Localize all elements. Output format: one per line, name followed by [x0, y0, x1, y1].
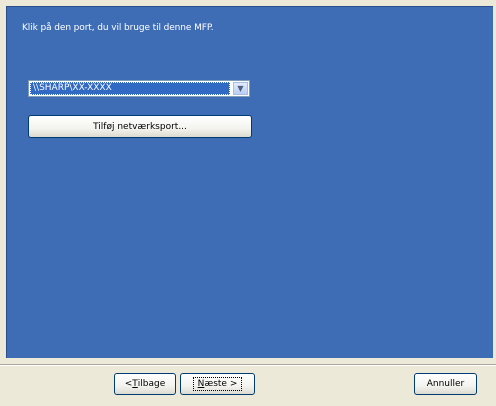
chevron-down-icon[interactable]: ▼ — [233, 82, 248, 95]
next-button-focus: Næste > — [192, 377, 243, 391]
next-button-label: æste > — [204, 379, 238, 389]
port-select[interactable]: \\SHARP\XX-XXXX ▼ — [28, 80, 250, 97]
cancel-button[interactable]: Annuller — [414, 373, 477, 395]
next-button[interactable]: Næste > — [180, 373, 255, 395]
installer-dialog: Klik på den port, du vil bruge til denne… — [0, 0, 496, 406]
back-button-label: ilbage — [137, 379, 166, 389]
port-select-value: \\SHARP\XX-XXXX — [30, 82, 230, 95]
back-button[interactable]: < Tilbage — [114, 373, 176, 395]
instruction-text: Klik på den port, du vil bruge til denne… — [22, 23, 214, 33]
port-selection-panel: Klik på den port, du vil bruge til denne… — [6, 6, 493, 358]
footer-divider-highlight — [0, 365, 496, 366]
add-network-port-button[interactable]: Tilføj netværksport... — [28, 115, 252, 138]
